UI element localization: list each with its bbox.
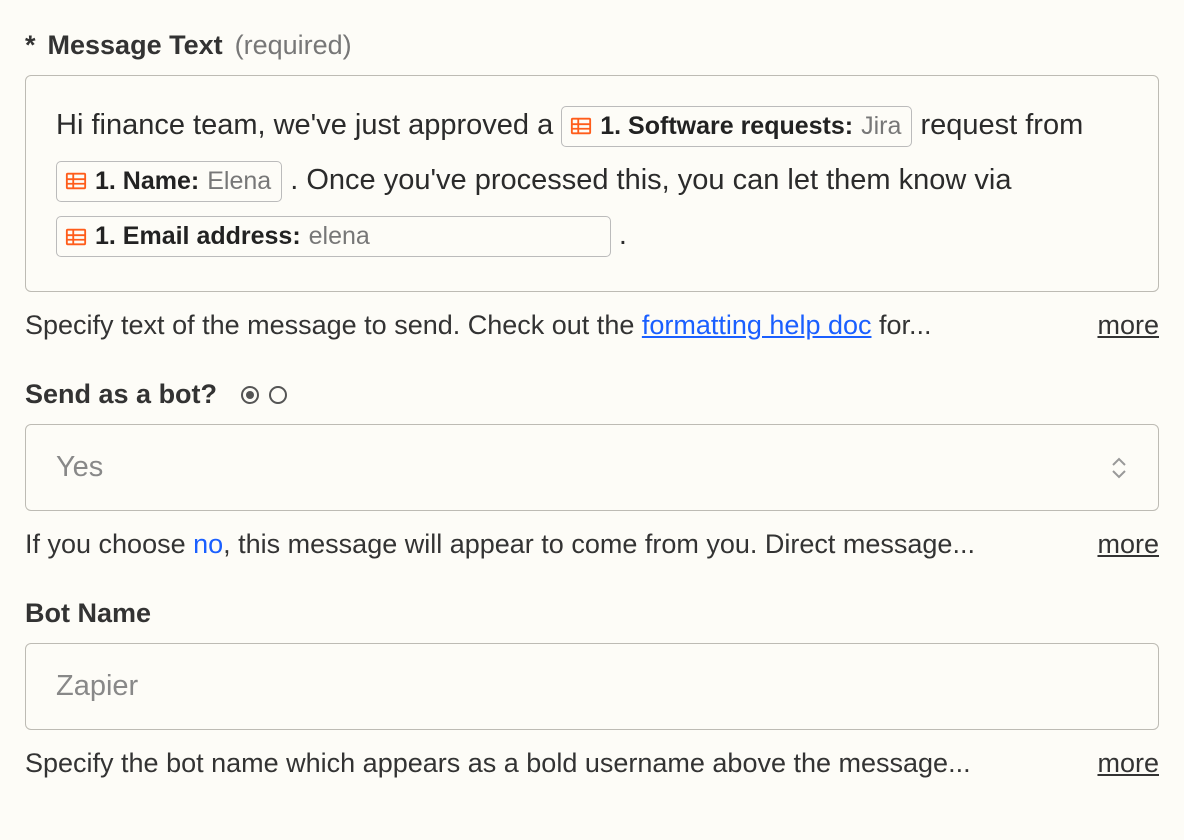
more-link[interactable]: more [1097, 529, 1159, 560]
bot-name-label: Bot Name [25, 598, 151, 629]
bot-name-help-row: Specify the bot name which appears as a … [25, 748, 1159, 779]
bot-name-input[interactable]: Zapier [25, 643, 1159, 730]
help-text-prefix: Specify text of the message to send. Che… [25, 310, 642, 340]
formatting-help-link[interactable]: formatting help doc [642, 310, 872, 340]
table-icon [65, 226, 87, 248]
message-text-help-row: Specify text of the message to send. Che… [25, 310, 1159, 341]
help-text-prefix: If you choose [25, 529, 193, 559]
send-as-bot-select[interactable]: Yes [25, 424, 1159, 511]
table-icon [65, 170, 87, 192]
token-label: 1. Software requests: [600, 109, 853, 144]
token-value: Elena [207, 164, 271, 199]
send-as-bot-help-row: If you choose no, this message will appe… [25, 529, 1159, 560]
help-text-suffix: , this message will appear to come from … [223, 529, 975, 559]
radio-option-selected[interactable] [241, 386, 259, 404]
table-icon [570, 115, 592, 137]
message-text-label: Message Text [48, 30, 223, 61]
radio-option[interactable] [269, 386, 287, 404]
send-as-bot-help: If you choose no, this message will appe… [25, 529, 1077, 560]
message-text-help: Specify text of the message to send. Che… [25, 310, 1077, 341]
bot-name-help: Specify the bot name which appears as a … [25, 748, 1077, 779]
bot-name-field: Bot Name Zapier Specify the bot name whi… [25, 598, 1159, 779]
help-text-suffix: for... [872, 310, 932, 340]
more-link[interactable]: more [1097, 748, 1159, 779]
radio-group [241, 386, 287, 404]
token-label: 1. Name: [95, 164, 199, 199]
token-email[interactable]: 1. Email address: elena [56, 216, 611, 257]
chevron-up-down-icon [1110, 457, 1128, 479]
token-label: 1. Email address: [95, 219, 301, 254]
token-value: Jira [861, 109, 901, 144]
message-segment: . [619, 219, 627, 251]
message-segment: request from [920, 109, 1083, 141]
required-hint: (required) [235, 30, 352, 61]
message-text-label-row: * Message Text (required) [25, 30, 1159, 61]
message-segment: . Once you've processed this, you can le… [290, 164, 1011, 196]
more-link[interactable]: more [1097, 310, 1159, 341]
token-value: elena [309, 219, 370, 254]
bot-name-placeholder: Zapier [56, 670, 138, 702]
bot-name-label-row: Bot Name [25, 598, 1159, 629]
send-as-bot-field: Send as a bot? Yes If you choose no, thi… [25, 379, 1159, 560]
send-as-bot-label: Send as a bot? [25, 379, 217, 410]
required-star: * [25, 30, 36, 61]
token-name[interactable]: 1. Name: Elena [56, 161, 282, 202]
send-as-bot-label-row: Send as a bot? [25, 379, 1159, 410]
token-software-requests[interactable]: 1. Software requests: Jira [561, 106, 912, 147]
message-text-field: * Message Text (required) Hi finance tea… [25, 30, 1159, 341]
select-value: Yes [56, 451, 103, 484]
no-link[interactable]: no [193, 529, 223, 559]
message-segment: Hi finance team, we've just approved a [56, 109, 561, 141]
message-text-input[interactable]: Hi finance team, we've just approved a 1… [25, 75, 1159, 292]
